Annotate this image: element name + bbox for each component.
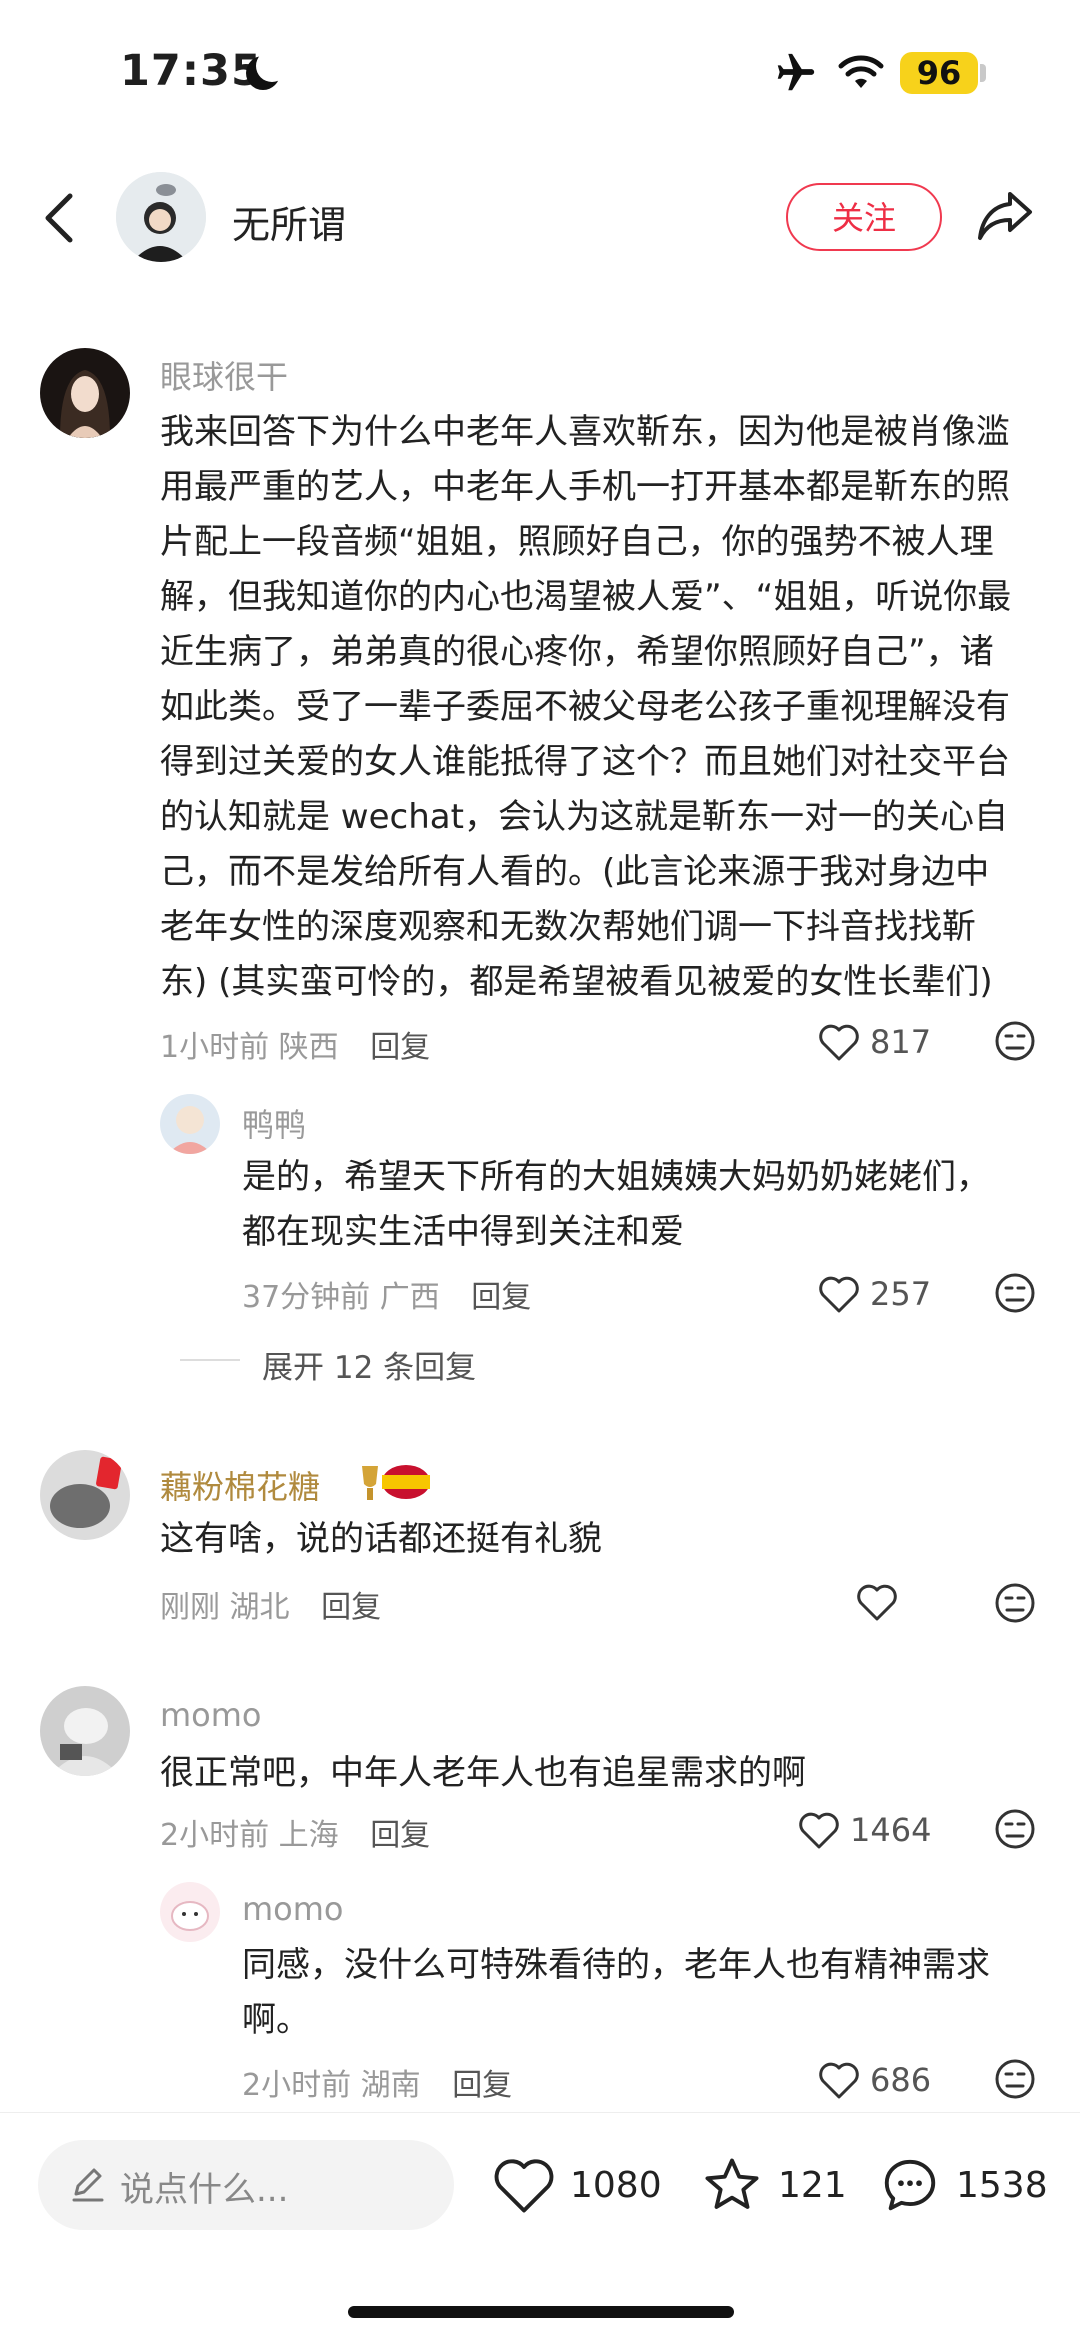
reply-time: 37分钟前 — [242, 1280, 371, 1315]
comment-location: 上海 — [278, 1818, 339, 1853]
comment-line: 的认知就是 wechat，会认为这就是靳东一对一的关心自 — [160, 797, 1008, 837]
comment-username[interactable]: 眼球很干 — [160, 352, 288, 398]
heart-icon — [494, 2159, 554, 2213]
comment-line: 己，而不是发给所有人看的。(此言论来源于我对身边中 — [160, 852, 990, 892]
heart-icon — [857, 1584, 897, 1621]
commenter-avatar[interactable] — [40, 1686, 130, 1776]
reply-text: 同感，没什么可特殊看待的，老年人也有精神需求 啊。 — [242, 1938, 1042, 2048]
comment-input-placeholder: 说点什么... — [120, 2170, 289, 2210]
comment-line: 很正常吧，中年人老年人也有追星需求的啊 — [160, 1753, 806, 1793]
reply-line: 啊。 — [242, 2000, 310, 2040]
like-button[interactable]: 686 — [818, 2058, 931, 2102]
like-count: 686 — [870, 2061, 932, 2099]
comment-line: 解，但我知道你的内心也渴望被人爱”、“姐姐，听说你最 — [160, 577, 1012, 617]
reply-location: 湖南 — [360, 2068, 421, 2103]
reply-meta: 37分钟前 广西 回复 — [242, 1272, 531, 1316]
reply-username[interactable]: momo — [242, 1890, 344, 1928]
comment-meta: 刚刚 湖北 回复 — [160, 1582, 381, 1626]
comment-meta: 1小时前 陕西 回复 — [160, 1022, 430, 1066]
commenter-avatar[interactable] — [40, 1450, 130, 1540]
comment-line: 东) (其实蛮可怜的，都是希望被看见被爱的女性长辈们) — [160, 962, 993, 1002]
dislike-icon[interactable] — [994, 1272, 1036, 1314]
expand-replies-button[interactable]: 展开 12 条回复 — [262, 1342, 476, 1387]
post-comment-button[interactable]: 1538 — [878, 2150, 1048, 2220]
like-count: 1464 — [850, 1811, 932, 1849]
comment-time: 刚刚 — [160, 1590, 220, 1625]
wifi-icon — [838, 55, 884, 88]
heart-icon — [819, 1276, 859, 1313]
like-count: 817 — [870, 1023, 932, 1061]
pen-icon — [72, 2168, 104, 2202]
dislike-icon[interactable] — [994, 1582, 1036, 1624]
reply-meta: 2小时前 湖南 回复 — [242, 2060, 512, 2104]
reply-button[interactable]: 回复 — [321, 1590, 381, 1625]
reply-time: 2小时前 — [242, 2068, 352, 2103]
comment-line: 近生病了，弟弟真的很心疼你，希望你照顾好自己”，诸 — [160, 632, 994, 672]
comment-line: 片配上一段音频“姐姐，照顾好自己，你的强势不被人理 — [160, 522, 994, 562]
comment-location: 湖北 — [229, 1590, 290, 1625]
dislike-icon[interactable] — [994, 1808, 1036, 1850]
battery-tip — [980, 64, 986, 82]
share-icon[interactable] — [976, 190, 1034, 242]
comment-line: 如此类。受了一辈子委屈不被父母老公孩子重视理解没有 — [160, 687, 1010, 727]
comment-line: 老年女性的深度观察和无数次帮她们调一下抖音找找靳 — [160, 907, 976, 947]
reply-line: 同感，没什么可特殊看待的，老年人也有精神需求 — [242, 1945, 990, 1985]
comment-time: 1小时前 — [160, 1030, 270, 1065]
post-favorite-count: 121 — [778, 2164, 847, 2206]
commenter-avatar[interactable] — [40, 348, 130, 438]
comment-input[interactable]: 说点什么... — [38, 2140, 454, 2230]
reply-username[interactable]: 鸭鸭 — [242, 1100, 306, 1146]
like-button[interactable] — [856, 1580, 908, 1624]
status-time: 17:35 — [120, 46, 262, 96]
battery-indicator: 96 — [900, 52, 978, 94]
follow-button[interactable]: 关注 — [786, 183, 942, 251]
comment-line: 我来回答下为什么中老年人喜欢靳东，因为他是被肖像滥 — [160, 412, 1010, 452]
like-button[interactable]: 817 — [818, 1020, 931, 1064]
moon-icon — [246, 50, 288, 90]
back-icon[interactable] — [40, 190, 80, 246]
reply-button[interactable]: 回复 — [471, 1280, 531, 1315]
comment-text: 这有啥，说的话都还挺有礼貌 — [160, 1512, 1040, 1567]
author-name[interactable]: 无所谓 — [232, 194, 346, 249]
reply-line: 都在现实生活中得到关注和爱 — [242, 1212, 684, 1252]
comment-location: 陕西 — [278, 1030, 339, 1065]
chat-icon — [884, 2159, 936, 2211]
comment-line: 得到过关爱的女人谁能抵得了这个？而且她们对社交平台 — [160, 742, 1010, 782]
airplane-icon — [777, 53, 815, 91]
comment-meta: 2小时前 上海 回复 — [160, 1810, 430, 1854]
like-button[interactable]: 1464 — [798, 1808, 931, 1852]
post-favorite-button[interactable]: 121 — [700, 2150, 847, 2220]
heart-icon — [819, 1024, 859, 1061]
comment-text: 我来回答下为什么中老年人喜欢靳东，因为他是被肖像滥 用最严重的艺人，中老年人手机… — [160, 405, 1040, 1010]
comment-line: 这有啥，说的话都还挺有礼貌 — [160, 1519, 602, 1559]
spain-badge-icon — [362, 1465, 430, 1500]
author-avatar[interactable] — [116, 172, 206, 262]
like-count: 257 — [870, 1275, 932, 1313]
comment-username[interactable]: momo — [160, 1696, 262, 1734]
dislike-icon[interactable] — [994, 2058, 1036, 2100]
reply-button[interactable]: 回复 — [452, 2068, 512, 2103]
post-like-count: 1080 — [570, 2164, 662, 2206]
post-like-button[interactable]: 1080 — [492, 2150, 662, 2220]
post-comment-count: 1538 — [956, 2164, 1048, 2206]
star-icon — [705, 2158, 759, 2209]
reply-avatar[interactable] — [160, 1094, 220, 1154]
comment-text: 很正常吧，中年人老年人也有追星需求的啊 — [160, 1746, 1040, 1801]
comment-username[interactable]: 藕粉棉花糖 — [160, 1462, 320, 1508]
expand-divider — [180, 1359, 240, 1361]
dislike-icon[interactable] — [994, 1020, 1036, 1062]
heart-icon — [819, 2062, 859, 2099]
comment-line: 用最严重的艺人，中老年人手机一打开基本都是靳东的照 — [160, 467, 1010, 507]
reply-button[interactable]: 回复 — [370, 1030, 430, 1065]
reply-button[interactable]: 回复 — [370, 1818, 430, 1853]
comment-time: 2小时前 — [160, 1818, 270, 1853]
reply-text: 是的，希望天下所有的大姐姨姨大妈奶奶姥姥们， 都在现实生活中得到关注和爱 — [242, 1150, 1042, 1260]
like-button[interactable]: 257 — [818, 1272, 931, 1316]
reply-location: 广西 — [379, 1280, 440, 1315]
reply-line: 是的，希望天下所有的大姐姨姨大妈奶奶姥姥们， — [242, 1157, 990, 1197]
reply-avatar[interactable] — [160, 1882, 220, 1942]
home-indicator[interactable] — [348, 2306, 734, 2318]
heart-icon — [799, 1812, 839, 1849]
